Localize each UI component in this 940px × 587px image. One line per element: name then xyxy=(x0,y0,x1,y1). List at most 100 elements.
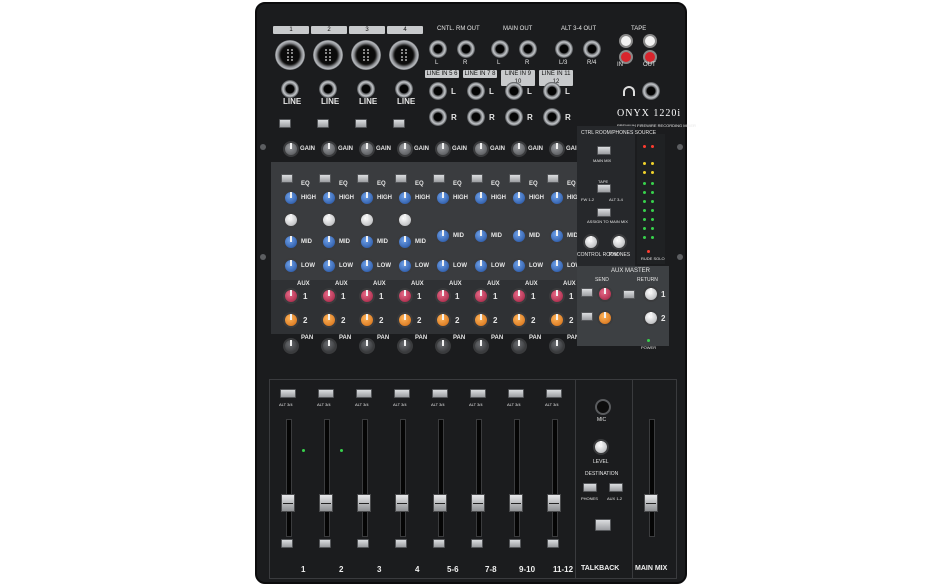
low-knob-1[interactable] xyxy=(283,258,299,274)
talkback-aux-button[interactable] xyxy=(609,483,623,492)
eq-button-4[interactable] xyxy=(395,174,407,183)
fader-2[interactable] xyxy=(319,494,333,512)
gain-knob-9-10[interactable] xyxy=(511,141,527,157)
pan-knob-9-10[interactable] xyxy=(511,338,527,354)
high-knob-3[interactable] xyxy=(359,190,375,206)
pan-knob-5-6[interactable] xyxy=(435,338,451,354)
main-out-l-jack[interactable] xyxy=(491,40,509,58)
mute-button-7-8[interactable] xyxy=(471,539,483,548)
line-in-9-jack[interactable] xyxy=(505,82,523,100)
aux1-knob-2[interactable] xyxy=(321,288,337,304)
fader-5-6[interactable] xyxy=(433,494,447,512)
high-knob-7-8[interactable] xyxy=(473,190,489,206)
xlr-input-2[interactable] xyxy=(313,40,343,70)
line-jack-2[interactable] xyxy=(319,80,337,98)
aux-send-1-pre-button[interactable] xyxy=(581,288,593,297)
low-knob-3[interactable] xyxy=(359,258,375,274)
xlr-input-3[interactable] xyxy=(351,40,381,70)
mid-freq-knob-3[interactable] xyxy=(359,212,375,228)
mid-knob-5-6[interactable] xyxy=(435,228,451,244)
tape-out-l-rca[interactable] xyxy=(643,34,657,48)
fader-7-8[interactable] xyxy=(471,494,485,512)
eq-button-7-8[interactable] xyxy=(471,174,483,183)
line-jack-4[interactable] xyxy=(395,80,413,98)
tape-source-button[interactable] xyxy=(597,184,611,193)
aux2-knob-9-10[interactable] xyxy=(511,312,527,328)
low-knob-5-6[interactable] xyxy=(435,258,451,274)
aux2-knob-7-8[interactable] xyxy=(473,312,489,328)
alt34-button-7-8[interactable] xyxy=(470,389,486,398)
pan-knob-4[interactable] xyxy=(397,338,413,354)
alt34-button-5-6[interactable] xyxy=(432,389,448,398)
low-knob-2[interactable] xyxy=(321,258,337,274)
mid-knob-4[interactable] xyxy=(397,234,413,250)
alt-out-l-jack[interactable] xyxy=(555,40,573,58)
eq-button-2[interactable] xyxy=(319,174,331,183)
high-knob-1[interactable] xyxy=(283,190,299,206)
mid-freq-knob-2[interactable] xyxy=(321,212,337,228)
main-mix-fader[interactable] xyxy=(644,494,658,512)
aux2-knob-5-6[interactable] xyxy=(435,312,451,328)
gain-knob-11-12[interactable] xyxy=(549,141,565,157)
xlr-input-4[interactable] xyxy=(389,40,419,70)
eq-button-9-10[interactable] xyxy=(509,174,521,183)
aux-send-1-knob[interactable] xyxy=(597,286,613,302)
mid-freq-knob-4[interactable] xyxy=(397,212,413,228)
low-knob-7-8[interactable] xyxy=(473,258,489,274)
aux1-knob-5-6[interactable] xyxy=(435,288,451,304)
line-in-12-jack[interactable] xyxy=(543,108,561,126)
line-in-10-jack[interactable] xyxy=(505,108,523,126)
mid-knob-9-10[interactable] xyxy=(511,228,527,244)
pad-button-4[interactable] xyxy=(393,119,405,128)
eq-button-5-6[interactable] xyxy=(433,174,445,183)
mute-button-1[interactable] xyxy=(281,539,293,548)
mute-button-5-6[interactable] xyxy=(433,539,445,548)
mid-knob-7-8[interactable] xyxy=(473,228,489,244)
alt34-button-2[interactable] xyxy=(318,389,334,398)
control-room-knob[interactable] xyxy=(583,234,599,250)
cntl-rm-out-r-jack[interactable] xyxy=(457,40,475,58)
line-jack-3[interactable] xyxy=(357,80,375,98)
fader-11-12[interactable] xyxy=(547,494,561,512)
line-in-6-jack[interactable] xyxy=(429,108,447,126)
line-jack-1[interactable] xyxy=(281,80,299,98)
headphone-jack[interactable] xyxy=(642,82,660,100)
aux1-knob-7-8[interactable] xyxy=(473,288,489,304)
gain-knob-2[interactable] xyxy=(321,141,337,157)
gain-knob-4[interactable] xyxy=(397,141,413,157)
high-knob-9-10[interactable] xyxy=(511,190,527,206)
aux2-knob-2[interactable] xyxy=(321,312,337,328)
mute-button-11-12[interactable] xyxy=(547,539,559,548)
main-mix-source-button[interactable] xyxy=(597,146,611,155)
eq-button-3[interactable] xyxy=(357,174,369,183)
high-knob-11-12[interactable] xyxy=(549,190,565,206)
xlr-input-1[interactable] xyxy=(275,40,305,70)
fader-4[interactable] xyxy=(395,494,409,512)
line-in-7-jack[interactable] xyxy=(467,82,485,100)
line-in-8-jack[interactable] xyxy=(467,108,485,126)
aux1-knob-1[interactable] xyxy=(283,288,299,304)
pad-button-2[interactable] xyxy=(317,119,329,128)
line-in-5-jack[interactable] xyxy=(429,82,447,100)
low-knob-4[interactable] xyxy=(397,258,413,274)
mute-button-4[interactable] xyxy=(395,539,407,548)
talkback-level-knob[interactable] xyxy=(593,439,609,455)
eq-button-1[interactable] xyxy=(281,174,293,183)
alt34-button-9-10[interactable] xyxy=(508,389,524,398)
phones-knob[interactable] xyxy=(611,234,627,250)
main-out-r-jack[interactable] xyxy=(519,40,537,58)
gain-knob-3[interactable] xyxy=(359,141,375,157)
mid-freq-knob-1[interactable] xyxy=(283,212,299,228)
cntl-rm-out-l-jack[interactable] xyxy=(429,40,447,58)
low-knob-9-10[interactable] xyxy=(511,258,527,274)
pan-knob-11-12[interactable] xyxy=(549,338,565,354)
alt34-button-11-12[interactable] xyxy=(546,389,562,398)
fader-9-10[interactable] xyxy=(509,494,523,512)
gain-knob-5-6[interactable] xyxy=(435,141,451,157)
talkback-button[interactable] xyxy=(595,519,611,531)
aux1-knob-9-10[interactable] xyxy=(511,288,527,304)
aux-return-1-knob[interactable] xyxy=(643,286,659,302)
assign-main-mix-button[interactable] xyxy=(597,208,611,217)
aux2-knob-1[interactable] xyxy=(283,312,299,328)
aux1-knob-4[interactable] xyxy=(397,288,413,304)
